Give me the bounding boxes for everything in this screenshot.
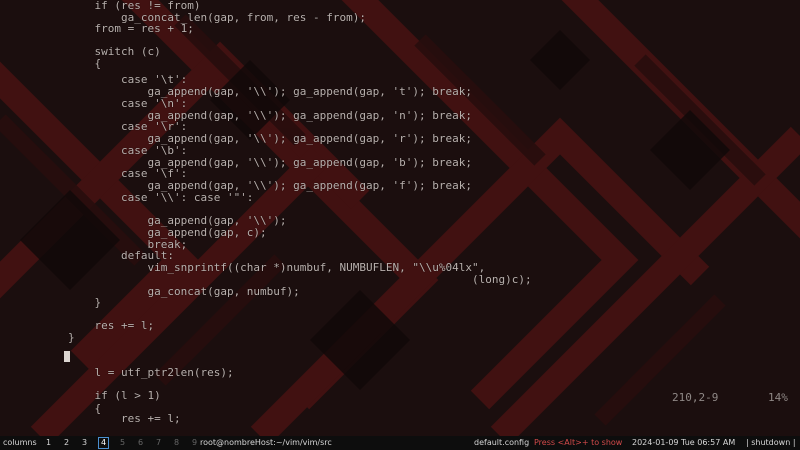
workspace-8[interactable]: 8	[172, 436, 181, 450]
code-line: case '\\': case '"':	[68, 191, 254, 204]
code-line: res += l;	[68, 319, 155, 332]
code-line: ga_concat(gap, numbuf);	[68, 285, 300, 298]
code-line: res += l;	[68, 412, 181, 425]
cursor-position: 210,2-9	[672, 391, 719, 404]
workspace-6[interactable]: 6	[136, 436, 145, 450]
workspace-list: 123456789	[44, 436, 208, 450]
workspace-2[interactable]: 2	[62, 436, 71, 450]
workspace-1[interactable]: 1	[44, 436, 53, 450]
keyboard-hint: Press <Alt>+ to show	[534, 438, 623, 447]
window-title: root@nombreHost:~/vim/vim/src	[200, 438, 332, 447]
code-line: from = res + 1;	[68, 22, 194, 35]
scroll-percent: 14%	[768, 391, 788, 404]
layout-label: columns	[3, 438, 37, 447]
clock: 2024-01-09 Tue 06:57 AM	[632, 438, 736, 447]
workspace-7[interactable]: 7	[154, 436, 163, 450]
workspace-3[interactable]: 3	[80, 436, 89, 450]
shutdown-button[interactable]: | shutdown |	[746, 436, 796, 450]
code-line: }	[68, 296, 102, 309]
status-bar: columns 123456789 root@nombreHost:~/vim/…	[0, 436, 800, 450]
code-line: {	[68, 57, 102, 70]
workspace-5[interactable]: 5	[118, 436, 127, 450]
workspace-4[interactable]: 4	[98, 437, 109, 449]
vim-terminal[interactable]: if (res != from) ga_concat_len(gap, from…	[0, 0, 800, 436]
code-line: l = utf_ptr2len(res);	[68, 366, 234, 379]
text-cursor	[64, 351, 70, 362]
code-line: if (l > 1)	[68, 389, 161, 402]
config-label: default.config	[474, 438, 530, 447]
code-line: }	[68, 331, 75, 344]
workspace-9[interactable]: 9	[190, 436, 199, 450]
